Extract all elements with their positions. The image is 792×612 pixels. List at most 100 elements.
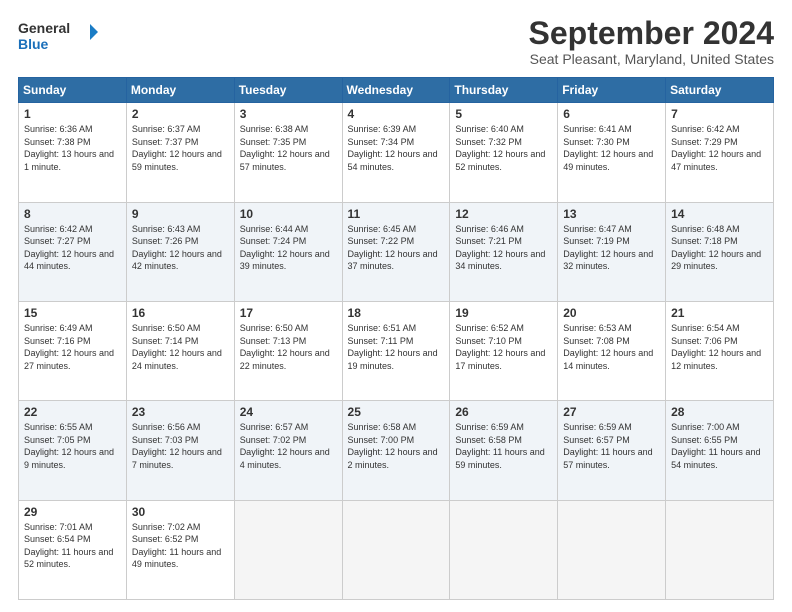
calendar-cell: 11 Sunrise: 6:45 AMSunset: 7:22 PMDaylig…	[342, 202, 450, 301]
calendar-cell: 6 Sunrise: 6:41 AMSunset: 7:30 PMDayligh…	[558, 103, 666, 202]
week-row-5: 29 Sunrise: 7:01 AMSunset: 6:54 PMDaylig…	[19, 500, 774, 599]
calendar-cell: 10 Sunrise: 6:44 AMSunset: 7:24 PMDaylig…	[234, 202, 342, 301]
col-sunday: Sunday	[19, 78, 127, 103]
logo: General Blue	[18, 16, 98, 56]
calendar-cell: 3 Sunrise: 6:38 AMSunset: 7:35 PMDayligh…	[234, 103, 342, 202]
calendar-cell: 8 Sunrise: 6:42 AMSunset: 7:27 PMDayligh…	[19, 202, 127, 301]
calendar-cell	[558, 500, 666, 599]
svg-text:Blue: Blue	[18, 36, 49, 52]
svg-text:General: General	[18, 20, 70, 36]
week-row-3: 15 Sunrise: 6:49 AMSunset: 7:16 PMDaylig…	[19, 301, 774, 400]
day-number: 16	[132, 306, 229, 320]
day-number: 30	[132, 505, 229, 519]
day-number: 27	[563, 405, 660, 419]
calendar-cell: 22 Sunrise: 6:55 AMSunset: 7:05 PMDaylig…	[19, 401, 127, 500]
calendar-cell: 30 Sunrise: 7:02 AMSunset: 6:52 PMDaylig…	[126, 500, 234, 599]
day-number: 9	[132, 207, 229, 221]
cell-info: Sunrise: 6:42 AMSunset: 7:27 PMDaylight:…	[24, 224, 114, 272]
cell-info: Sunrise: 6:40 AMSunset: 7:32 PMDaylight:…	[455, 124, 545, 172]
calendar-cell: 16 Sunrise: 6:50 AMSunset: 7:14 PMDaylig…	[126, 301, 234, 400]
subtitle: Seat Pleasant, Maryland, United States	[529, 51, 774, 67]
calendar-cell: 28 Sunrise: 7:00 AMSunset: 6:55 PMDaylig…	[666, 401, 774, 500]
day-number: 10	[240, 207, 337, 221]
cell-info: Sunrise: 6:45 AMSunset: 7:22 PMDaylight:…	[348, 224, 438, 272]
calendar-cell: 18 Sunrise: 6:51 AMSunset: 7:11 PMDaylig…	[342, 301, 450, 400]
day-number: 7	[671, 107, 768, 121]
calendar-cell: 5 Sunrise: 6:40 AMSunset: 7:32 PMDayligh…	[450, 103, 558, 202]
cell-info: Sunrise: 6:59 AMSunset: 6:58 PMDaylight:…	[455, 422, 544, 470]
calendar-cell: 26 Sunrise: 6:59 AMSunset: 6:58 PMDaylig…	[450, 401, 558, 500]
calendar-cell	[450, 500, 558, 599]
day-number: 23	[132, 405, 229, 419]
calendar-header-row: Sunday Monday Tuesday Wednesday Thursday…	[19, 78, 774, 103]
cell-info: Sunrise: 6:53 AMSunset: 7:08 PMDaylight:…	[563, 323, 653, 371]
cell-info: Sunrise: 6:52 AMSunset: 7:10 PMDaylight:…	[455, 323, 545, 371]
cell-info: Sunrise: 6:50 AMSunset: 7:13 PMDaylight:…	[240, 323, 330, 371]
cell-info: Sunrise: 6:39 AMSunset: 7:34 PMDaylight:…	[348, 124, 438, 172]
calendar-cell: 24 Sunrise: 6:57 AMSunset: 7:02 PMDaylig…	[234, 401, 342, 500]
day-number: 12	[455, 207, 552, 221]
cell-info: Sunrise: 6:41 AMSunset: 7:30 PMDaylight:…	[563, 124, 653, 172]
cell-info: Sunrise: 7:00 AMSunset: 6:55 PMDaylight:…	[671, 422, 760, 470]
page: General Blue September 2024 Seat Pleasan…	[0, 0, 792, 612]
day-number: 11	[348, 207, 445, 221]
cell-info: Sunrise: 6:59 AMSunset: 6:57 PMDaylight:…	[563, 422, 652, 470]
day-number: 24	[240, 405, 337, 419]
cell-info: Sunrise: 6:49 AMSunset: 7:16 PMDaylight:…	[24, 323, 114, 371]
calendar-cell: 19 Sunrise: 6:52 AMSunset: 7:10 PMDaylig…	[450, 301, 558, 400]
cell-info: Sunrise: 6:36 AMSunset: 7:38 PMDaylight:…	[24, 124, 114, 172]
day-number: 19	[455, 306, 552, 320]
calendar-cell: 9 Sunrise: 6:43 AMSunset: 7:26 PMDayligh…	[126, 202, 234, 301]
day-number: 8	[24, 207, 121, 221]
logo-svg: General Blue	[18, 16, 98, 56]
cell-info: Sunrise: 6:48 AMSunset: 7:18 PMDaylight:…	[671, 224, 761, 272]
cell-info: Sunrise: 6:50 AMSunset: 7:14 PMDaylight:…	[132, 323, 222, 371]
col-tuesday: Tuesday	[234, 78, 342, 103]
calendar-cell: 29 Sunrise: 7:01 AMSunset: 6:54 PMDaylig…	[19, 500, 127, 599]
cell-info: Sunrise: 6:44 AMSunset: 7:24 PMDaylight:…	[240, 224, 330, 272]
calendar-cell	[342, 500, 450, 599]
day-number: 13	[563, 207, 660, 221]
day-number: 21	[671, 306, 768, 320]
col-monday: Monday	[126, 78, 234, 103]
cell-info: Sunrise: 6:46 AMSunset: 7:21 PMDaylight:…	[455, 224, 545, 272]
calendar-cell: 14 Sunrise: 6:48 AMSunset: 7:18 PMDaylig…	[666, 202, 774, 301]
col-wednesday: Wednesday	[342, 78, 450, 103]
calendar-cell: 21 Sunrise: 6:54 AMSunset: 7:06 PMDaylig…	[666, 301, 774, 400]
day-number: 5	[455, 107, 552, 121]
day-number: 28	[671, 405, 768, 419]
cell-info: Sunrise: 6:51 AMSunset: 7:11 PMDaylight:…	[348, 323, 438, 371]
calendar-cell: 13 Sunrise: 6:47 AMSunset: 7:19 PMDaylig…	[558, 202, 666, 301]
cell-info: Sunrise: 6:38 AMSunset: 7:35 PMDaylight:…	[240, 124, 330, 172]
title-block: September 2024 Seat Pleasant, Maryland, …	[529, 16, 774, 67]
cell-info: Sunrise: 6:58 AMSunset: 7:00 PMDaylight:…	[348, 422, 438, 470]
cell-info: Sunrise: 7:02 AMSunset: 6:52 PMDaylight:…	[132, 522, 221, 570]
day-number: 2	[132, 107, 229, 121]
cell-info: Sunrise: 7:01 AMSunset: 6:54 PMDaylight:…	[24, 522, 113, 570]
calendar-cell: 20 Sunrise: 6:53 AMSunset: 7:08 PMDaylig…	[558, 301, 666, 400]
calendar-cell: 25 Sunrise: 6:58 AMSunset: 7:00 PMDaylig…	[342, 401, 450, 500]
week-row-2: 8 Sunrise: 6:42 AMSunset: 7:27 PMDayligh…	[19, 202, 774, 301]
day-number: 18	[348, 306, 445, 320]
calendar-cell: 23 Sunrise: 6:56 AMSunset: 7:03 PMDaylig…	[126, 401, 234, 500]
day-number: 22	[24, 405, 121, 419]
week-row-4: 22 Sunrise: 6:55 AMSunset: 7:05 PMDaylig…	[19, 401, 774, 500]
main-title: September 2024	[529, 16, 774, 51]
calendar-cell	[666, 500, 774, 599]
col-thursday: Thursday	[450, 78, 558, 103]
calendar-cell: 15 Sunrise: 6:49 AMSunset: 7:16 PMDaylig…	[19, 301, 127, 400]
cell-info: Sunrise: 6:37 AMSunset: 7:37 PMDaylight:…	[132, 124, 222, 172]
cell-info: Sunrise: 6:47 AMSunset: 7:19 PMDaylight:…	[563, 224, 653, 272]
calendar-cell: 17 Sunrise: 6:50 AMSunset: 7:13 PMDaylig…	[234, 301, 342, 400]
day-number: 26	[455, 405, 552, 419]
cell-info: Sunrise: 6:43 AMSunset: 7:26 PMDaylight:…	[132, 224, 222, 272]
day-number: 17	[240, 306, 337, 320]
calendar-cell: 2 Sunrise: 6:37 AMSunset: 7:37 PMDayligh…	[126, 103, 234, 202]
day-number: 29	[24, 505, 121, 519]
col-saturday: Saturday	[666, 78, 774, 103]
calendar-table: Sunday Monday Tuesday Wednesday Thursday…	[18, 77, 774, 600]
day-number: 3	[240, 107, 337, 121]
calendar-cell: 12 Sunrise: 6:46 AMSunset: 7:21 PMDaylig…	[450, 202, 558, 301]
day-number: 20	[563, 306, 660, 320]
cell-info: Sunrise: 6:42 AMSunset: 7:29 PMDaylight:…	[671, 124, 761, 172]
